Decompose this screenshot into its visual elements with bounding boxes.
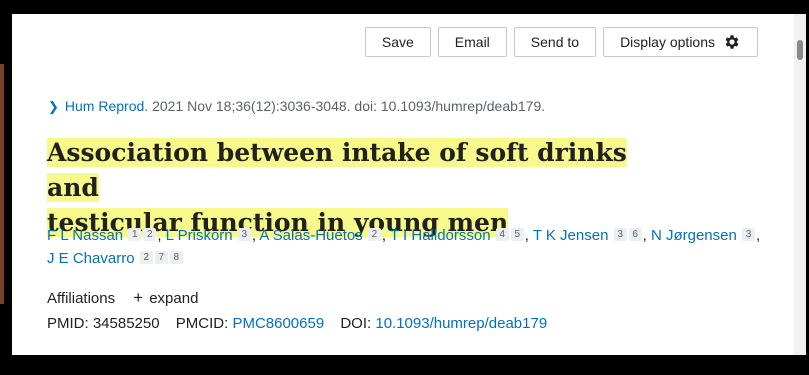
- affiliation-ref[interactable]: 2: [139, 251, 153, 264]
- doi-link[interactable]: 10.1093/humrep/deab179: [375, 315, 547, 332]
- plus-icon: +: [133, 288, 144, 307]
- pmcid-link[interactable]: PMC8600659: [232, 315, 324, 332]
- affiliation-ref[interactable]: 3: [613, 228, 627, 241]
- affiliation-ref[interactable]: 6: [628, 228, 642, 241]
- expand-affiliations-button[interactable]: + expand: [133, 288, 199, 307]
- author-link[interactable]: T K Jensen: [533, 227, 609, 244]
- gear-icon: [725, 35, 739, 49]
- pmcid-label: PMCID:: [175, 315, 229, 332]
- doi-label: DOI:: [340, 315, 372, 332]
- vertical-scrollbar[interactable]: [794, 14, 806, 355]
- background-window-edge: [0, 64, 4, 304]
- identifiers-row: PMID: 34585250 PMCID: PMC8600659 DOI: 10…: [47, 315, 547, 332]
- author-link[interactable]: J E Chavarro: [47, 250, 135, 267]
- affiliation-ref[interactable]: 3: [742, 228, 755, 241]
- article-page: Save Email Send to Display options ❯ Hum …: [12, 14, 806, 355]
- author-link[interactable]: F L Nassan: [47, 227, 123, 244]
- citation-line: ❯ Hum Reprod. 2021 Nov 18;36(12):3036-304…: [48, 98, 545, 115]
- title-line-1: Association between intake of soft drink…: [47, 138, 627, 202]
- author-link[interactable]: N Jørgensen: [651, 227, 737, 244]
- author-link[interactable]: L Priskorn: [166, 227, 233, 244]
- journal-link[interactable]: Hum Reprod.: [65, 98, 148, 114]
- send-to-button[interactable]: Send to: [513, 27, 597, 57]
- citation-details: 2021 Nov 18;36(12):3036-3048. doi: 10.10…: [152, 98, 546, 114]
- authors-list: F L Nassan 12, L Priskorn 3, A Salas-Hue…: [47, 227, 761, 267]
- affiliation-ref[interactable]: 2: [143, 228, 157, 241]
- affiliations-row: Affiliations + expand: [47, 288, 198, 308]
- pmid-label: PMID:: [47, 315, 89, 332]
- affiliation-ref[interactable]: 3: [237, 228, 251, 241]
- affiliation-ref[interactable]: 7: [154, 251, 168, 264]
- affiliation-ref[interactable]: 1: [128, 228, 142, 241]
- save-button[interactable]: Save: [364, 27, 431, 57]
- author-link[interactable]: A Salas-Huetos: [259, 227, 362, 244]
- display-options-button[interactable]: Display options: [603, 27, 758, 57]
- pmid-value: 34585250: [92, 315, 160, 332]
- expand-label: expand: [149, 290, 199, 307]
- affiliation-ref[interactable]: 2: [367, 228, 381, 241]
- display-options-label: Display options: [620, 34, 715, 50]
- chevron-right-icon[interactable]: ❯: [48, 99, 59, 114]
- author-link[interactable]: T I Halldorsson: [390, 227, 491, 244]
- affiliation-ref[interactable]: 8: [169, 251, 183, 264]
- action-toolbar: Save Email Send to Display options: [364, 27, 758, 57]
- scrollbar-thumb[interactable]: [797, 40, 803, 60]
- affiliation-ref[interactable]: 5: [510, 228, 524, 241]
- email-button[interactable]: Email: [437, 27, 507, 57]
- affiliations-label: Affiliations: [47, 290, 116, 307]
- affiliation-ref[interactable]: 4: [495, 228, 509, 241]
